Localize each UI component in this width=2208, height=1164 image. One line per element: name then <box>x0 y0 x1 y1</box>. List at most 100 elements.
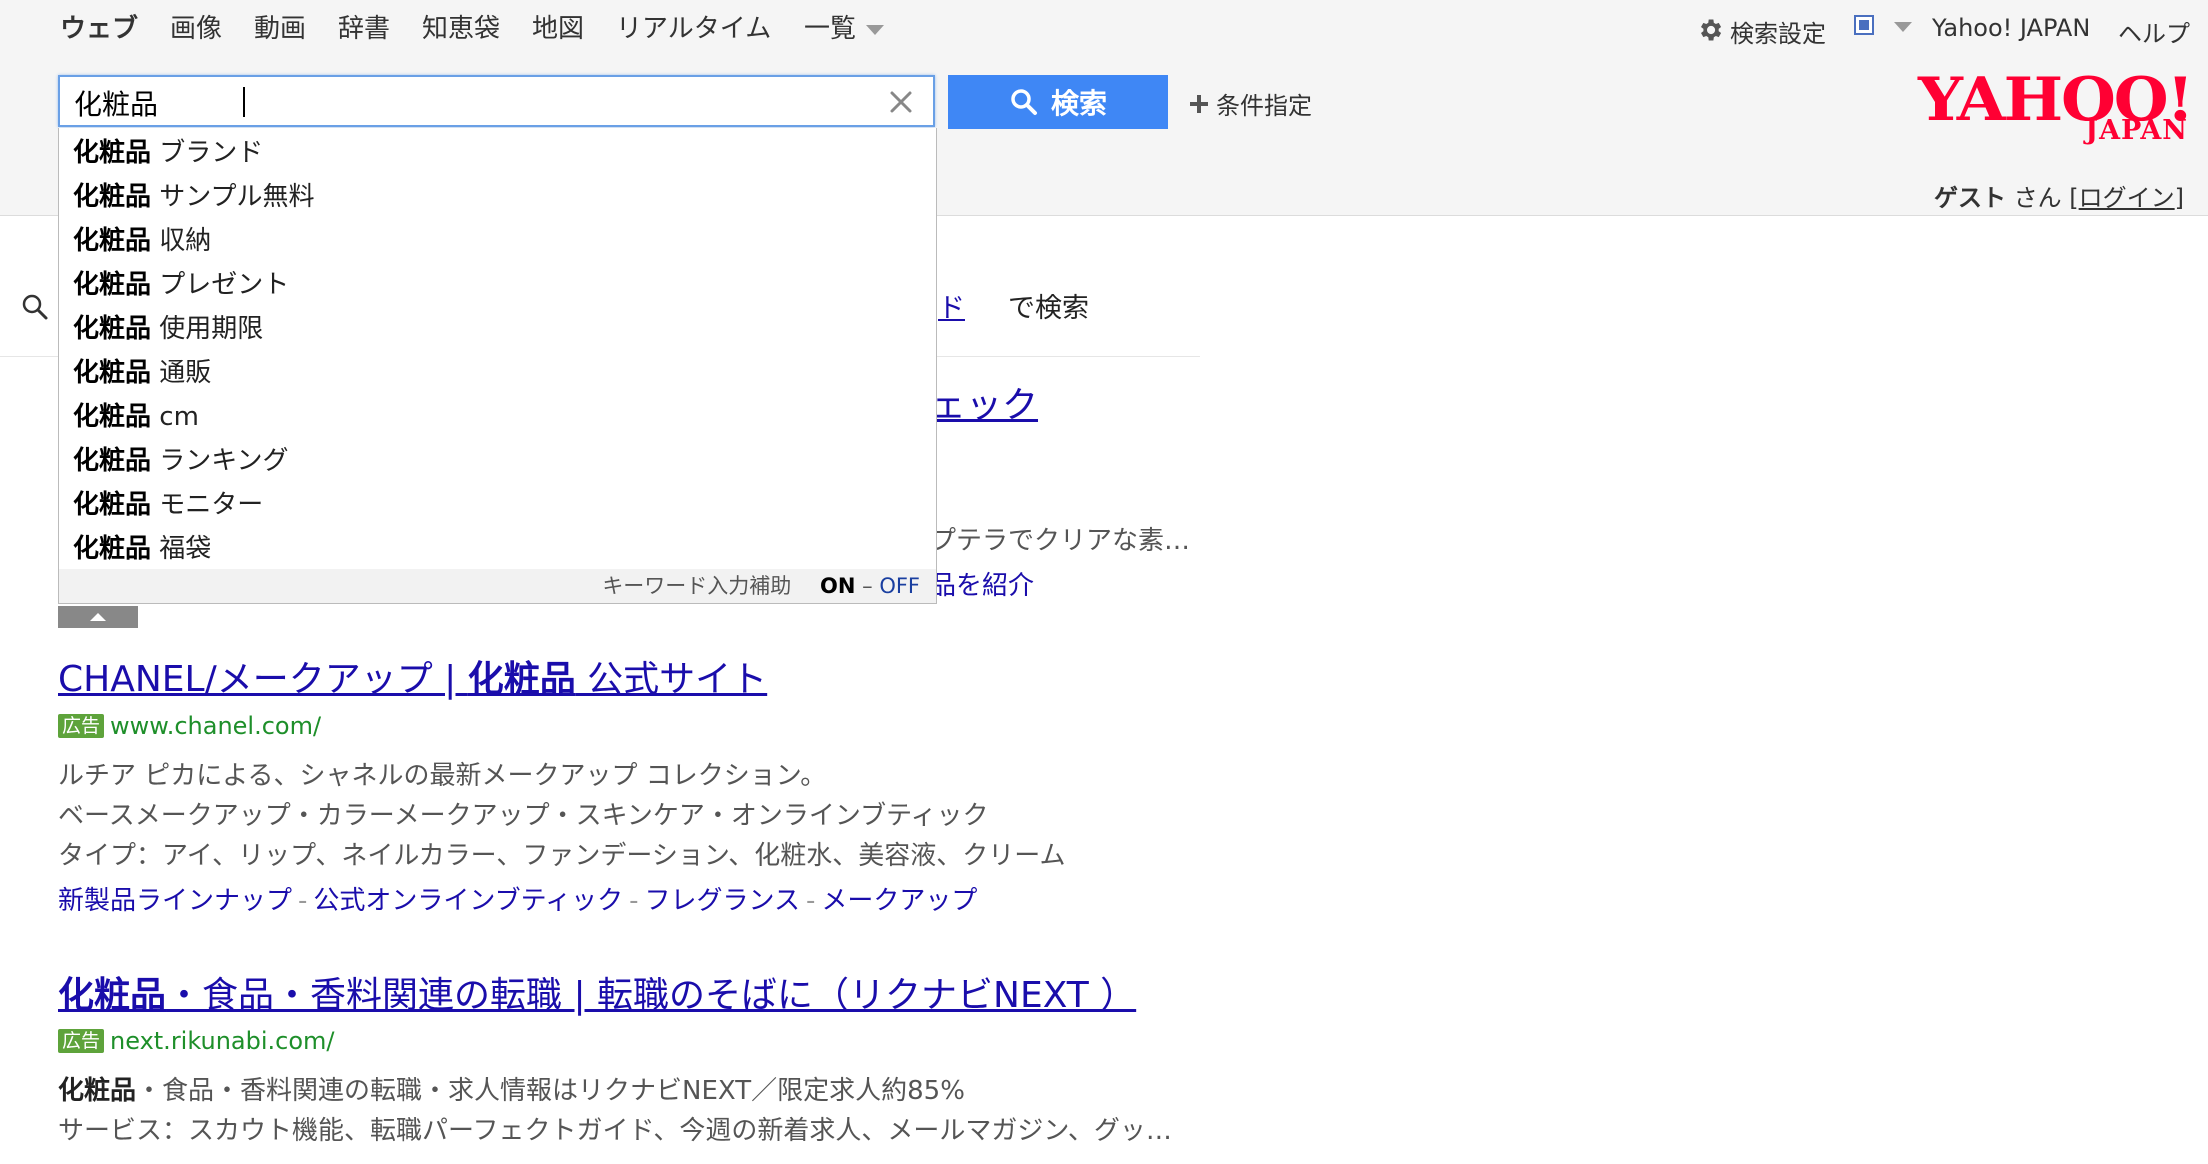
search-box[interactable] <box>58 75 935 127</box>
result-desc-line: ベースメークアップ・カラーメークアップ・スキンケア・オンラインブティック <box>58 801 989 831</box>
tab-images[interactable]: 画像 <box>170 8 222 45</box>
result-title-pre: CHANEL/メークアップ | <box>58 659 468 700</box>
result-title-post: 公式サイト <box>575 659 768 700</box>
yahoo-logo[interactable]: YAHOO! JAPAN <box>1912 70 2194 146</box>
sublink-separator: - <box>805 886 816 916</box>
guest-suffix: さん [ <box>2013 184 2079 212</box>
window-icon[interactable] <box>1854 15 1874 35</box>
result-desc-line: 化粧品・食品・香料関連の転職・求人情報はリクナビNEXT／限定求人約85% <box>58 1070 965 1107</box>
related-search-suffix: で検索 <box>1008 293 1089 324</box>
tab-web[interactable]: ウェブ <box>60 8 138 45</box>
suggestion-item[interactable]: 化粧品 ランキング <box>73 440 289 477</box>
condition-label: 条件指定 <box>1216 92 1312 120</box>
chevron-up-icon <box>90 613 106 621</box>
result-sublink-fragment[interactable]: 品を紹介 <box>930 565 1034 602</box>
assist-on-label: ON <box>820 574 856 598</box>
suggestion-item[interactable]: 化粧品 使用期限 <box>73 308 263 345</box>
sublink-separator: - <box>629 886 639 916</box>
user-status: ゲスト さん [ログイン] <box>1934 178 2184 213</box>
keyword-assist-label: キーワード入力補助 <box>602 574 792 598</box>
gear-icon[interactable] <box>1696 16 1724 44</box>
suggestion-item[interactable]: 化粧品 モニター <box>73 484 263 521</box>
search-icon <box>22 294 48 320</box>
result-url-text: www.chanel.com/ <box>110 712 322 740</box>
sublink-separator: - <box>298 886 308 916</box>
chevron-down-icon[interactable] <box>1894 22 1912 32</box>
suggestion-dropdown: 化粧品 ブランド 化粧品 サンプル無料 化粧品 収納 化粧品 プレゼント 化粧品… <box>58 128 937 604</box>
result-title-bold: 化粧品 <box>467 659 576 700</box>
suggestion-item[interactable]: 化粧品 通販 <box>73 352 211 389</box>
suggestion-rest: サンプル無料 <box>159 182 315 212</box>
result-title-post: ・食品・香料関連の転職 | 転職のそばに（リクナビNEXT ） <box>166 975 1137 1016</box>
result-desc-line: ルチア ピカによる、シャネルの最新メークアップ コレクション。 <box>58 761 827 791</box>
result-url-rikunabi[interactable]: 広告 next.rikunabi.com/ <box>58 1027 335 1055</box>
sublink-makeup[interactable]: メークアップ <box>821 886 977 916</box>
result-sublinks: 新製品ラインナップ - 公式オンラインブティック - フレグランス - メークアップ <box>58 880 977 917</box>
search-button[interactable]: 検索 <box>948 75 1168 129</box>
suggestion-rest: cm <box>159 402 199 432</box>
suggestion-bold: 化粧品 <box>73 402 152 432</box>
search-input[interactable] <box>72 83 876 123</box>
suggestion-item[interactable]: 化粧品 プレゼント <box>73 264 289 301</box>
login-link[interactable]: ログイン <box>2079 184 2175 212</box>
yahoo-japan-link[interactable]: Yahoo! JAPAN <box>1932 14 2090 42</box>
assist-dash: – <box>862 574 873 598</box>
suggestion-item[interactable]: 化粧品 収納 <box>73 220 211 257</box>
result-title-fragment[interactable]: ェック <box>930 376 1038 428</box>
sublink-fragrance[interactable]: フレグランス <box>644 886 799 916</box>
suggestion-rest: 収納 <box>159 226 212 256</box>
suggestion-item[interactable]: 化粧品 ブランド <box>73 132 263 169</box>
suggestion-rest: ランキング <box>159 446 289 476</box>
result-desc-fragment: プテラでクリアな素… <box>930 526 1191 556</box>
suggestion-bold: 化粧品 <box>73 490 152 520</box>
tab-more[interactable]: 一覧 <box>804 8 885 45</box>
result-desc-line: タイプ：アイ、リップ、ネイルカラー、ファンデーション、化粧水、美容液、クリーム <box>58 841 1066 871</box>
bracket-close: ] <box>2174 184 2185 212</box>
result-title-bold: 化粧品 <box>58 975 167 1016</box>
suggestion-rest: 使用期限 <box>159 314 264 344</box>
logo-japan: JAPAN <box>2085 115 2188 146</box>
result-desc-bold: 化粧品 <box>58 1076 137 1106</box>
suggestion-rest: モニター <box>159 490 264 520</box>
sublink-new-products[interactable]: 新製品ラインナップ <box>58 886 292 916</box>
suggestion-footer: キーワード入力補助 ON – OFF <box>59 569 936 603</box>
related-keyword-link[interactable]: ド <box>938 286 965 325</box>
search-settings-link[interactable]: 検索設定 <box>1730 14 1826 49</box>
suggestion-bold: 化粧品 <box>73 534 152 564</box>
suggestion-bold: 化粧品 <box>73 226 152 256</box>
tab-dictionary[interactable]: 辞書 <box>338 8 390 45</box>
ad-badge: 広告 <box>58 1029 105 1053</box>
tab-chiebukuro[interactable]: 知恵袋 <box>422 8 500 45</box>
suggestion-item[interactable]: 化粧品 サンプル無料 <box>73 176 315 213</box>
sublink-online-boutique[interactable]: 公式オンラインブティック <box>313 886 623 916</box>
suggestion-bold: 化粧品 <box>73 446 152 476</box>
suggestion-item[interactable]: 化粧品 cm <box>73 396 199 433</box>
result-title-rikunabi[interactable]: 化粧品・食品・香料関連の転職 | 転職のそばに（リクナビNEXT ） <box>58 966 1136 1018</box>
assist-off-link[interactable]: OFF <box>879 574 920 598</box>
text-caret <box>243 87 245 117</box>
suggestion-rest: 福袋 <box>159 534 212 564</box>
suggestion-item[interactable]: 化粧品 福袋 <box>73 528 211 565</box>
suggestion-bold: 化粧品 <box>73 182 152 212</box>
result-title-chanel[interactable]: CHANEL/メークアップ | 化粧品 公式サイト <box>58 650 767 702</box>
tab-realtime[interactable]: リアルタイム <box>616 8 771 45</box>
suggestion-rest: 通販 <box>159 358 212 388</box>
close-icon[interactable] <box>886 87 916 117</box>
suggestion-rest: ブランド <box>159 138 264 168</box>
search-icon <box>1011 89 1037 115</box>
suggestion-rest: プレゼント <box>159 270 290 300</box>
tab-more-label: 一覧 <box>804 14 857 44</box>
collapse-suggest-button[interactable] <box>58 606 138 628</box>
result-desc-line: サービス：スカウト機能、転職パーフェクトガイド、今週の新着求人、メールマガジン、… <box>58 1116 1172 1146</box>
tab-map[interactable]: 地図 <box>532 8 584 45</box>
suggestion-bold: 化粧品 <box>73 314 152 344</box>
result-url-chanel[interactable]: 広告 www.chanel.com/ <box>58 712 321 740</box>
related-keyword-fragment: ド <box>938 293 965 324</box>
condition-link[interactable]: 条件指定 <box>1188 86 1312 121</box>
search-button-label: 検索 <box>1050 87 1107 120</box>
help-link[interactable]: ヘルプ <box>2118 14 2190 49</box>
suggestion-bold: 化粧品 <box>73 270 152 300</box>
tab-video[interactable]: 動画 <box>254 8 306 45</box>
suggestion-bold: 化粧品 <box>73 358 152 388</box>
chevron-down-icon <box>866 24 885 35</box>
